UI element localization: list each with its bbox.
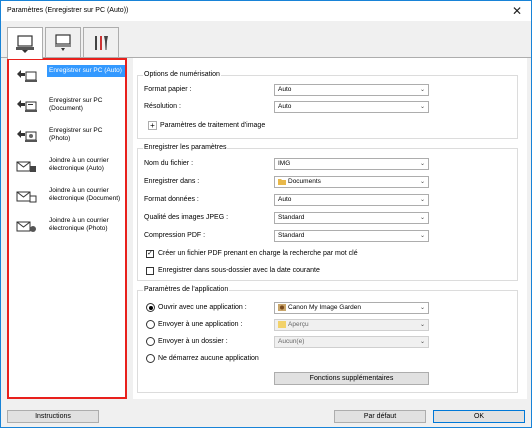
save-to-pc-photo-icon — [17, 130, 37, 142]
data-format-label: Format données : — [144, 196, 199, 203]
group-title: Enregistrer les paramètres — [143, 144, 228, 151]
subfolder-checkbox[interactable] — [146, 267, 154, 275]
computer-tab-icon — [16, 34, 34, 53]
chevron-down-icon: ⌄ — [419, 305, 425, 311]
preview-app-icon — [278, 320, 286, 328]
open-app-label: Ouvrir avec une application : — [158, 304, 247, 311]
tab-tools[interactable] — [83, 27, 119, 58]
image-processing-label: Paramètres de traitement d'image — [160, 122, 266, 129]
keyword-pdf-checkbox[interactable]: ✓ — [146, 250, 154, 258]
jpeg-quality-value: Standard — [278, 214, 305, 221]
sidebar-item-label: Joindre à un courrier électronique (Auto… — [49, 157, 109, 172]
chevron-down-icon: ⌄ — [419, 339, 425, 345]
tools-tab-icon — [95, 36, 108, 50]
attach-email-document-icon — [16, 191, 37, 203]
sidebar-item-save-pc-photo[interactable]: Enregistrer sur PC (Photo) — [9, 124, 125, 154]
defaults-button[interactable]: Par défaut — [334, 410, 426, 423]
chevron-down-icon: ⌄ — [419, 87, 425, 93]
resolution-label: Résolution : — [144, 103, 181, 110]
pdf-compression-value: Standard — [278, 232, 305, 239]
sidebar-item-save-pc-document[interactable]: Enregistrer sur PC (Document) — [9, 94, 125, 124]
tab-bar — [1, 27, 531, 59]
open-app-radio[interactable] — [146, 303, 155, 312]
sidebar-item-label: Joindre à un courrier électronique (Docu… — [49, 187, 121, 202]
chevron-down-icon: ⌄ — [419, 179, 425, 185]
paper-size-value: Auto — [278, 86, 292, 93]
scanner-tab-icon — [55, 34, 71, 51]
sidebar-item-label: Enregistrer sur PC (Photo) — [49, 127, 103, 142]
send-app-value: Aperçu — [288, 321, 309, 328]
send-app-label: Envoyer à une application : — [158, 321, 243, 328]
open-app-value: Canon My Image Garden — [288, 304, 361, 311]
keyword-pdf-label: Créer un fichier PDF prenant en charge l… — [158, 250, 358, 257]
chevron-down-icon: ⌄ — [419, 215, 425, 221]
send-app-radio[interactable] — [146, 320, 155, 329]
jpeg-quality-label: Qualité des images JPEG : — [144, 214, 229, 221]
resolution-value: Auto — [278, 103, 292, 110]
filename-value: IMG — [278, 160, 291, 167]
save-in-label: Enregistrer dans : — [144, 178, 200, 185]
filename-combobox[interactable]: IMG ⌄ — [274, 158, 429, 170]
app-settings-group: Paramètres de l'application Ouvrir avec … — [137, 286, 518, 393]
scan-options-group: Options de numérisation Format papier : … — [137, 71, 518, 139]
save-settings-group: Enregistrer les paramètres Nom du fichie… — [137, 144, 518, 281]
pdf-compression-label: Compression PDF : — [144, 232, 206, 239]
paper-size-label: Format papier : — [144, 86, 192, 93]
send-folder-radio[interactable] — [146, 337, 155, 346]
tab-scanner[interactable] — [45, 27, 81, 58]
data-format-value: Auto — [278, 196, 292, 203]
save-in-value: Documents — [288, 178, 321, 185]
chevron-down-icon: ⌄ — [419, 233, 425, 239]
no-app-label: Ne démarrez aucune application — [158, 355, 259, 362]
settings-window: Paramètres (Enregistrer sur PC (Auto)) ✕ — [0, 0, 532, 428]
close-button[interactable]: ✕ — [509, 3, 525, 19]
scan-mode-list: Enregistrer sur PC (Auto) Enregistrer su… — [7, 58, 127, 399]
open-app-select[interactable]: Canon My Image Garden ⌄ — [274, 302, 429, 314]
group-title: Paramètres de l'application — [143, 286, 230, 293]
sidebar-item-email-auto[interactable]: Joindre à un courrier électronique (Auto… — [9, 154, 125, 184]
sidebar-item-email-photo[interactable]: Joindre à un courrier électronique (Phot… — [9, 214, 125, 244]
more-functions-button[interactable]: Fonctions supplémentaires — [274, 372, 429, 385]
chevron-down-icon: ⌄ — [419, 161, 425, 167]
send-app-select[interactable]: Aperçu ⌄ — [274, 319, 429, 331]
chevron-down-icon: ⌄ — [419, 197, 425, 203]
window-title: Paramètres (Enregistrer sur PC (Auto)) — [7, 7, 129, 14]
attach-email-photo-icon — [16, 221, 36, 232]
expand-image-processing-button[interactable]: + — [148, 121, 157, 130]
attach-email-auto-icon — [16, 161, 36, 172]
save-in-select[interactable]: Documents ⌄ — [274, 176, 429, 188]
send-folder-label: Envoyer à un dossier : — [158, 338, 228, 345]
sidebar-item-label: Joindre à un courrier électronique (Phot… — [49, 217, 109, 232]
sidebar-item-save-pc-auto[interactable]: Enregistrer sur PC (Auto) — [9, 64, 125, 94]
no-app-radio[interactable] — [146, 354, 155, 363]
save-to-pc-document-icon — [17, 100, 37, 112]
image-garden-icon — [278, 303, 286, 311]
data-format-select[interactable]: Auto ⌄ — [274, 194, 429, 206]
tab-computer[interactable] — [7, 27, 43, 59]
resolution-select[interactable]: Auto ⌄ — [274, 101, 429, 113]
sidebar-item-label: Enregistrer sur PC (Auto) — [47, 65, 125, 77]
chevron-down-icon: ⌄ — [419, 104, 425, 110]
pdf-compression-select[interactable]: Standard ⌄ — [274, 230, 429, 242]
paper-size-select[interactable]: Auto ⌄ — [274, 84, 429, 96]
send-folder-select[interactable]: Aucun(e) ⌄ — [274, 336, 429, 348]
folder-icon — [278, 178, 286, 185]
save-to-pc-auto-icon — [17, 70, 37, 82]
sidebar-item-label: Enregistrer sur PC (Document) — [49, 97, 103, 112]
send-folder-value: Aucun(e) — [278, 338, 305, 345]
filename-label: Nom du fichier : — [144, 160, 194, 167]
sidebar-item-email-document[interactable]: Joindre à un courrier électronique (Docu… — [9, 184, 125, 214]
settings-panel: Options de numérisation Format papier : … — [133, 58, 527, 399]
title-bar: Paramètres (Enregistrer sur PC (Auto)) ✕ — [1, 1, 531, 21]
group-title: Options de numérisation — [143, 71, 221, 78]
instructions-button[interactable]: Instructions — [7, 410, 99, 423]
subfolder-label: Enregistrer dans sous-dossier avec la da… — [158, 267, 320, 274]
chevron-down-icon: ⌄ — [419, 322, 425, 328]
jpeg-quality-select[interactable]: Standard ⌄ — [274, 212, 429, 224]
ok-button[interactable]: OK — [433, 410, 525, 423]
